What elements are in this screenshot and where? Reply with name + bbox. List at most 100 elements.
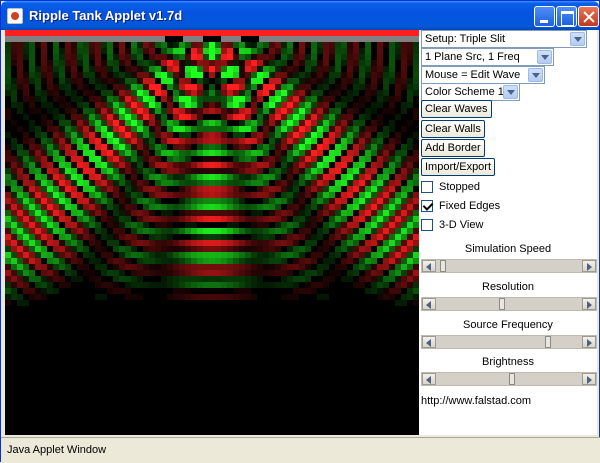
website-link[interactable]: http://www.falstad.com [421, 395, 531, 407]
stopped-checkbox-box[interactable] [421, 181, 433, 193]
close-button[interactable] [578, 6, 599, 27]
chevron-down-icon[interactable] [537, 50, 552, 64]
scroll-left-icon[interactable] [422, 298, 436, 310]
wave-cell [245, 228, 251, 234]
wave-cell [401, 150, 407, 156]
wave-cell [209, 108, 215, 114]
wave-cell [281, 168, 287, 174]
wave-cell [23, 270, 29, 276]
wave-cell [23, 162, 29, 168]
ripple-tank-canvas[interactable] [5, 30, 419, 435]
import-export-button[interactable]: Import/Export [421, 158, 496, 176]
wave-cell [365, 222, 371, 228]
wave-cell [65, 216, 71, 222]
wave-cell [107, 102, 113, 108]
wave-cell [269, 114, 275, 120]
wave-cell [17, 156, 23, 162]
source-select[interactable]: 1 Plane Src, 1 Freq [421, 48, 554, 66]
wave-cell [263, 126, 269, 132]
scroll-right-icon[interactable] [582, 373, 596, 385]
wave-cell [173, 42, 179, 48]
wave-cell [155, 174, 161, 180]
clear-walls-button[interactable]: Clear Walls [421, 120, 485, 138]
chevron-down-icon[interactable] [570, 32, 585, 46]
wave-cell [35, 240, 41, 246]
wave-cell [305, 156, 311, 162]
wave-field[interactable] [5, 30, 419, 435]
clear-waves-button[interactable]: Clear Waves [421, 100, 492, 118]
wave-cell [113, 126, 119, 132]
slider-thumb[interactable] [508, 373, 515, 385]
wave-cell [215, 264, 221, 270]
wave-cell [281, 42, 287, 48]
wave-cell [29, 42, 35, 48]
wave-cell [125, 168, 131, 174]
wave-cell [107, 174, 113, 180]
setup-select[interactable]: Setup: Triple Slit [421, 30, 587, 48]
wave-cell [5, 228, 11, 234]
add-border-button[interactable]: Add Border [421, 139, 485, 157]
scroll-left-icon[interactable] [422, 373, 436, 385]
wave-cell [29, 246, 35, 252]
wave-cell [269, 108, 275, 114]
wave-cell [371, 162, 377, 168]
wave-cell [221, 174, 227, 180]
wave-cell [317, 66, 323, 72]
slider-thumb[interactable] [544, 336, 551, 348]
wave-cell [293, 150, 299, 156]
wave-cell [245, 126, 251, 132]
wave-cell [341, 54, 347, 60]
wave-cell [173, 168, 179, 174]
slider-thumb[interactable] [439, 260, 446, 272]
wave-cell [299, 84, 305, 90]
maximize-button[interactable] [556, 6, 577, 27]
wave-cell [239, 168, 245, 174]
wave-cell [41, 102, 47, 108]
wave-cell [293, 84, 299, 90]
wave-cell [329, 78, 335, 84]
brightness-slider[interactable] [421, 372, 597, 386]
wave-cell [245, 156, 251, 162]
wave-cell [155, 60, 161, 66]
mouse-mode-select[interactable]: Mouse = Edit Wave [421, 66, 545, 84]
scroll-left-icon[interactable] [422, 260, 436, 272]
title-bar[interactable]: Ripple Tank Applet v1.7d [1, 1, 599, 30]
wave-cell [245, 54, 251, 60]
wave-cell [269, 84, 275, 90]
wave-cell [173, 66, 179, 72]
wave-cell [53, 168, 59, 174]
wave-cell [263, 198, 269, 204]
chevron-down-icon[interactable] [503, 85, 518, 99]
color-scheme-select[interactable]: Color Scheme 1 [421, 83, 520, 101]
source-frequency-slider[interactable] [421, 335, 597, 349]
wave-cell [281, 90, 287, 96]
fixed-edges-checkbox-box[interactable] [421, 200, 433, 212]
wave-cell [77, 228, 83, 234]
simulation-speed-slider[interactable] [421, 259, 597, 273]
wave-cell [329, 240, 335, 246]
scroll-left-icon[interactable] [422, 336, 436, 348]
wave-cell [41, 174, 47, 180]
chevron-down-icon[interactable] [528, 68, 543, 82]
scroll-right-icon[interactable] [582, 298, 596, 310]
wave-cell [395, 150, 401, 156]
scroll-right-icon[interactable] [582, 260, 596, 272]
wave-cell [137, 48, 143, 54]
wave-cell [239, 126, 245, 132]
wave-cell [53, 270, 59, 276]
wave-cell [77, 60, 83, 66]
resolution-slider[interactable] [421, 297, 597, 311]
wave-cell [137, 198, 143, 204]
minimize-button[interactable] [534, 6, 555, 27]
wave-cell [269, 198, 275, 204]
wave-cell [401, 42, 407, 48]
slider-thumb[interactable] [499, 298, 506, 310]
wave-cell [359, 114, 365, 120]
wave-cell [53, 48, 59, 54]
wave-cell [173, 72, 179, 78]
wave-cell [23, 42, 29, 48]
3d-view-checkbox-box[interactable] [421, 219, 433, 231]
wave-cell [209, 210, 215, 216]
wave-cell [239, 270, 245, 276]
scroll-right-icon[interactable] [582, 336, 596, 348]
